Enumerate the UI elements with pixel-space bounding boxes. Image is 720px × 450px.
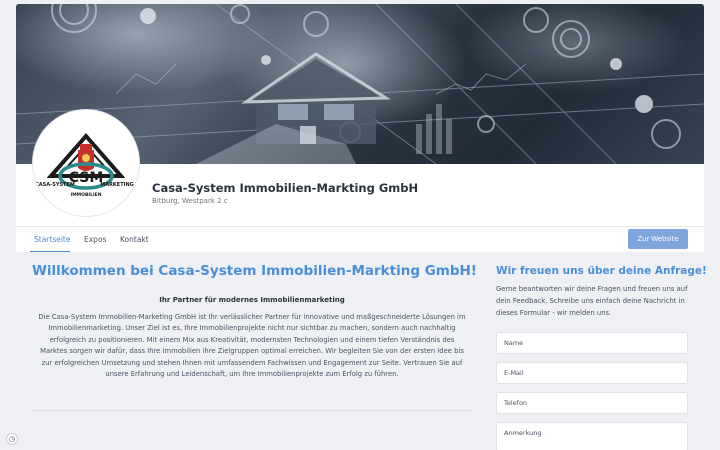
welcome-heading: Willkommen bei Casa-System Immobilien-Ma… <box>32 263 477 279</box>
welcome-intro-text: Die Casa-System Immobilien-Marketing Gmb… <box>38 313 466 379</box>
company-name: Casa-System Immobilien-Markting GmbH <box>152 181 419 195</box>
profile-page: CSM CASA-SYSTEM MARKETING IMMOBILIEN Cas… <box>0 0 720 450</box>
contact-form-description: Gerne beantworten wir deine Fragen und f… <box>496 285 688 317</box>
logo-text-left: CASA-SYSTEM <box>35 182 75 188</box>
phone-field[interactable] <box>496 392 688 414</box>
company-address: Bitburg, Westpark 2 c <box>152 197 228 205</box>
company-logo: CSM CASA-SYSTEM MARKETING IMMOBILIEN <box>33 110 139 216</box>
website-button[interactable]: Zur Website <box>628 229 688 249</box>
content-divider <box>32 410 472 411</box>
email-field[interactable] <box>496 362 688 384</box>
profile-header-card: CSM CASA-SYSTEM MARKETING IMMOBILIEN Cas… <box>16 4 704 252</box>
active-tab-indicator <box>30 251 70 252</box>
name-field[interactable] <box>496 332 688 354</box>
cookie-settings-icon: ◷ <box>8 435 16 443</box>
profile-tabs: Startseite Expos Kontakt Zur Website <box>16 226 704 252</box>
message-field[interactable] <box>496 422 688 450</box>
logo-text-right: MARKETING <box>100 182 134 188</box>
contact-form-title: Wir freuen uns über deine Anfrage! <box>496 265 707 277</box>
logo-text-bottom: IMMOBILIEN <box>71 192 102 198</box>
tab-kontakt[interactable]: Kontakt <box>120 235 149 244</box>
cookie-settings-button[interactable]: ◷ <box>6 433 18 445</box>
tab-expos[interactable]: Expos <box>84 235 106 244</box>
tab-startseite[interactable]: Startseite <box>34 235 70 244</box>
welcome-subheading: Ihr Partner für modernes Immobilienmarke… <box>159 296 345 304</box>
